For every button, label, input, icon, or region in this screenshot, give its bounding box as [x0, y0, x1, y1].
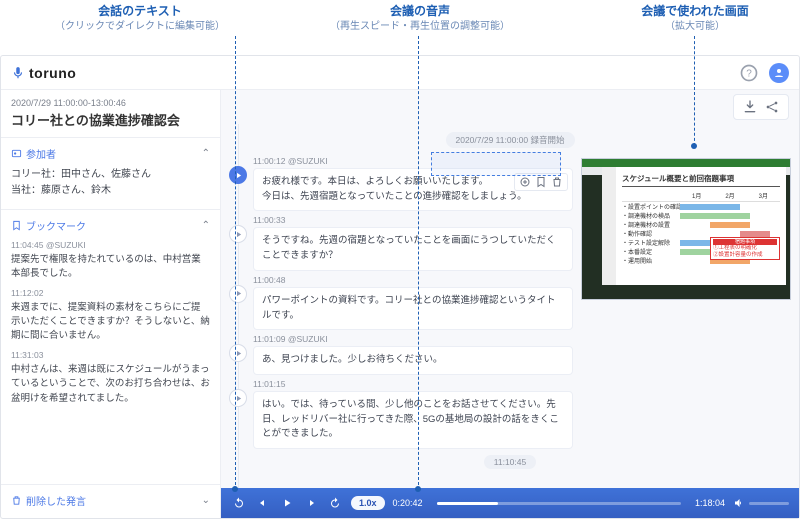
annotation-audio-sub: （再生スピード・再生位置の調整可能）: [320, 20, 520, 33]
participants-section: 参加者 ⌃ コリー社：田中さん、佐藤さん 当社：藤原さん、鈴木: [1, 137, 220, 209]
bookmark-icon: [11, 220, 22, 231]
deleted-toggle[interactable]: 削除した発言 ⌄: [11, 493, 210, 508]
utterance-play-button[interactable]: [229, 166, 247, 184]
utterance-meta: 11:00:12 @SUZUKI: [253, 156, 573, 166]
prev-button[interactable]: [255, 495, 271, 511]
share-icon[interactable]: [764, 99, 780, 115]
bookmark-add-icon[interactable]: [535, 176, 547, 188]
utterance-meta: 11:00:48: [253, 275, 573, 285]
bookmark-item[interactable]: 11:12:02来週までに、提案資料の素材をこちらにご提示いただくことできますか…: [11, 287, 210, 343]
bookmark-meta: 11:04:45 @SUZUKI: [11, 239, 210, 253]
skip-fwd-10-button[interactable]: [327, 495, 343, 511]
download-icon[interactable]: [742, 99, 758, 115]
transcript-area: 2020/7/29 11:00:00 録音開始 11:00:12 @SUZUKI…: [221, 124, 799, 488]
utterance-play-button[interactable]: [229, 225, 247, 243]
trash-icon: [11, 495, 22, 506]
participants-line: 当社：藤原さん、鈴木: [11, 183, 210, 199]
next-button[interactable]: [303, 495, 319, 511]
meeting-datetime: 2020/7/29 11:00:00-13:00:46: [11, 98, 210, 108]
meeting-title[interactable]: コリー社との協業進捗確認会: [11, 110, 210, 129]
slide-row-label: ・本番設定: [622, 247, 680, 256]
participants-toggle[interactable]: 参加者 ⌃: [11, 146, 210, 161]
utterance-bubble[interactable]: パワーポイントの資料です。コリー社との協業進捗確認というタイトルです。: [253, 287, 573, 330]
slide-row-label: ・運用開始: [622, 256, 680, 265]
utterance-bubble[interactable]: あ、見つけました。少しお待ちください。: [253, 346, 573, 375]
brand-text: toruno: [29, 65, 76, 81]
bookmarks-toggle[interactable]: ブックマーク ⌃: [11, 218, 210, 233]
bookmark-meta: 11:12:02: [11, 287, 210, 301]
utterance-bubble[interactable]: はい。では、待っている間、少し他のことをお話させてください。先日、レッドリバー社…: [253, 391, 573, 449]
user-badge-icon: [11, 148, 22, 159]
bookmark-text: 中村さんは、来週は既にスケジュールがうまっているということで、次のお打ち合わせは…: [11, 363, 210, 406]
sidebar: 2020/7/29 11:00:00-13:00:46 コリー社との協業進捗確認…: [1, 90, 221, 518]
utterance-bubble[interactable]: お疲れ様です。本日は、よろしくお願いいたします。今日は、先週宿題となっていたこと…: [253, 168, 573, 211]
slide-row-label: ・設置ポイントの確認: [622, 202, 680, 211]
mic-icon: [11, 66, 25, 80]
annotation-screen-sub: （拡大可能）: [600, 20, 790, 33]
bookmark-text: 来週までに、提案資料の素材をこちらにご提示いただくことできますか？そうしないと、…: [11, 301, 210, 344]
svg-text:?: ?: [746, 68, 752, 79]
current-time: 0:20:42: [393, 498, 423, 508]
utterance-row: 11:01:09 @SUZUKI あ、見つけました。少しお待ちください。: [221, 332, 799, 377]
bookmark-item[interactable]: 11:31:03中村さんは、来週は既にスケジュールがうまっているということで、次…: [11, 349, 210, 405]
delete-icon[interactable]: [551, 176, 563, 188]
recording-start-pill: 2020/7/29 11:00:00 録音開始: [446, 132, 575, 148]
avatar-icon[interactable]: [769, 63, 789, 83]
audio-player: 1.0x 0:20:42 1:18:04: [221, 488, 799, 518]
chevron-up-icon: ⌃: [202, 220, 210, 231]
utterance-meta: 11:00:33: [253, 215, 573, 225]
bookmark-text: 提案先で権限を持たれているのは、中村営業本部長でした。: [11, 253, 210, 282]
slide-callout: 宿題事項 ①工程表の明確化 ②設置計容量の作成: [710, 237, 780, 260]
main-panel: 2020/7/29 11:00:00 録音開始 11:00:12 @SUZUKI…: [221, 90, 799, 518]
bubble-toolbar: [514, 173, 568, 191]
utterance-play-button[interactable]: [229, 389, 247, 407]
screen-preview[interactable]: スケジュール概要と前回宿題事項 1月 2月 3月 ・設置ポイントの確認・調達機材…: [581, 158, 791, 300]
volume-control[interactable]: [733, 497, 789, 509]
bookmark-item[interactable]: 11:04:45 @SUZUKI提案先で権限を持たれているのは、中村営業本部長で…: [11, 239, 210, 281]
utterance-meta: 11:01:15: [253, 379, 573, 389]
annotation-text-title: 会話のテキスト: [98, 4, 182, 18]
utterance-bubble[interactable]: そうですね。先週の宿題となっていたことを画面にうつしていただくことできますか？: [253, 227, 573, 270]
participants-line: コリー社：田中さん、佐藤さん: [11, 167, 210, 183]
help-icon[interactable]: ?: [739, 63, 759, 83]
recording-mark-pill: 11:10:45: [484, 455, 536, 469]
main-toolbar: [221, 90, 799, 124]
skip-back-10-button[interactable]: [231, 495, 247, 511]
chevron-up-icon: ⌃: [202, 148, 210, 159]
edit-icon[interactable]: [519, 176, 531, 188]
seek-track[interactable]: [437, 502, 681, 505]
deleted-section: 削除した発言 ⌄: [1, 484, 220, 518]
brand-logo: toruno: [11, 65, 76, 81]
annotation-text-sub: （クリックでダイレクトに編集可能）: [30, 20, 250, 33]
bookmarks-section: ブックマーク ⌃ 11:04:45 @SUZUKI提案先で権限を持たれているのは…: [1, 209, 220, 416]
bookmark-meta: 11:31:03: [11, 349, 210, 363]
slide-row-label: ・テスト設定解除: [622, 238, 680, 247]
slide-row-label: ・調達機材の検品: [622, 211, 680, 220]
annotation-audio-title: 会議の音声: [390, 4, 450, 18]
chevron-down-icon: ⌄: [202, 495, 210, 506]
utterance-play-button[interactable]: [229, 285, 247, 303]
volume-icon: [733, 497, 745, 509]
utterance-row: 11:01:15 はい。では、待っている間、少し他のことをお話させてください。先日…: [221, 377, 799, 451]
slide-row-label: ・調達機材の設置: [622, 220, 680, 229]
app-shell: toruno ? 2020/7/29 11:00:00-13:00:46 コリー…: [0, 55, 800, 519]
annotation-screen-title: 会議で使われた画面: [641, 4, 748, 18]
play-button[interactable]: [279, 495, 295, 511]
total-time: 1:18:04: [695, 498, 725, 508]
speed-pill[interactable]: 1.0x: [351, 496, 385, 510]
utterance-play-button[interactable]: [229, 344, 247, 362]
topbar: toruno ?: [1, 56, 799, 90]
slide-title: スケジュール概要と前回宿題事項: [622, 173, 780, 187]
utterance-meta: 11:01:09 @SUZUKI: [253, 334, 573, 344]
slide-row-label: ・動作確認: [622, 229, 680, 238]
